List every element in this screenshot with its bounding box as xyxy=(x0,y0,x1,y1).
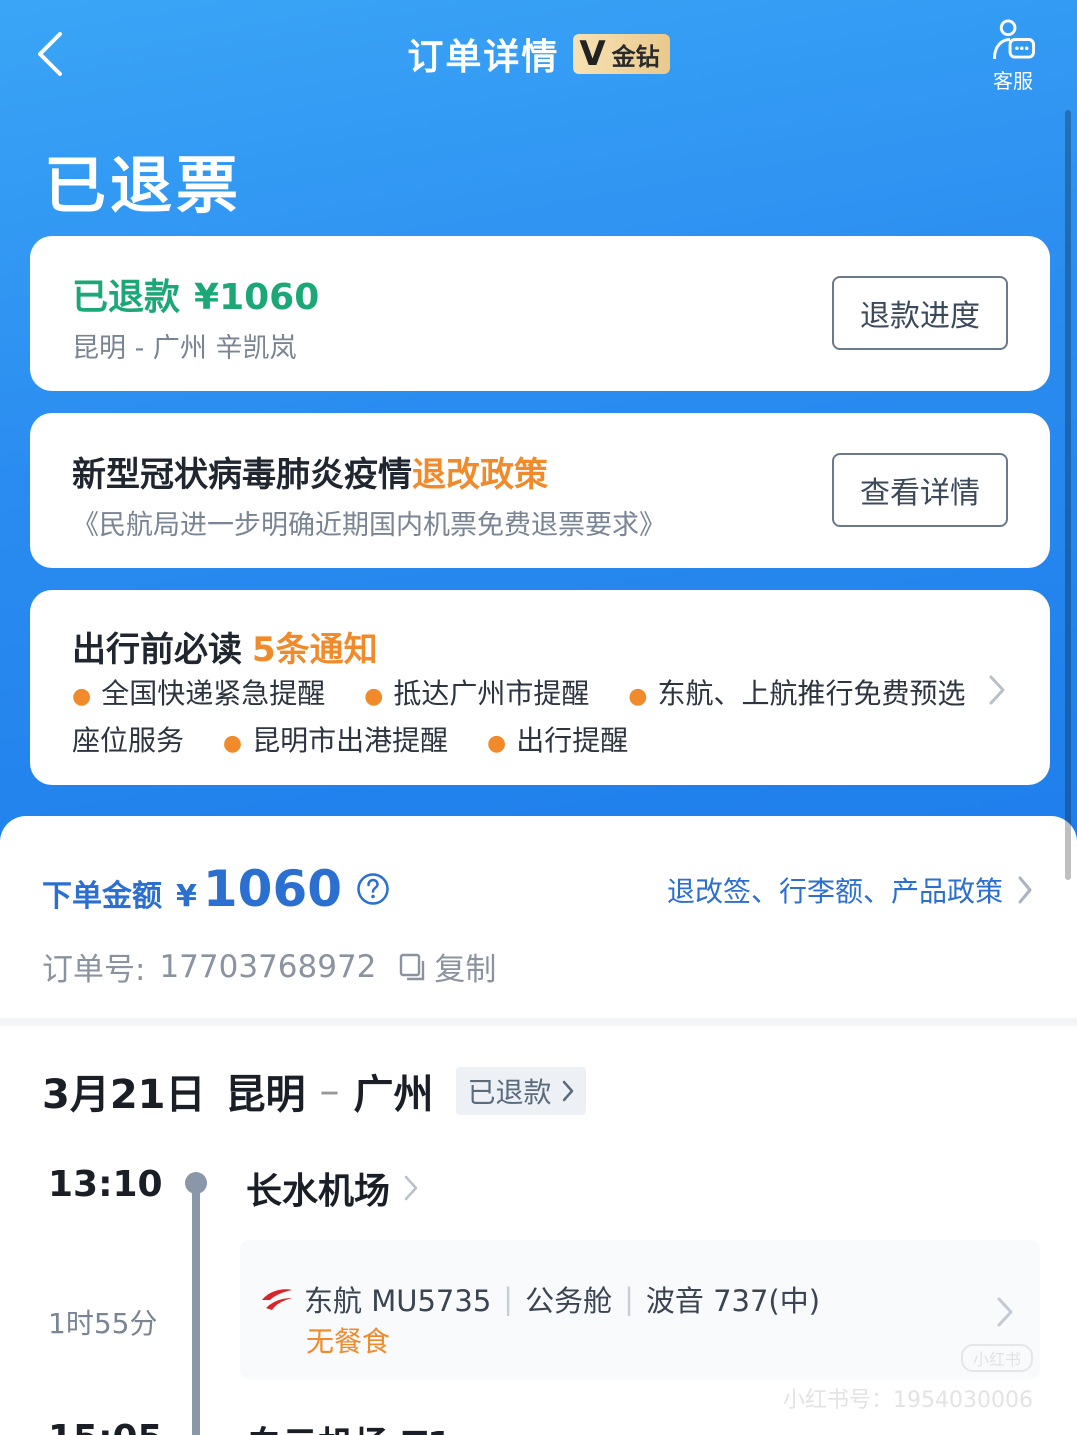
order-amount: 下单金额 ¥ 1060 xyxy=(42,860,390,918)
bullet-icon: ● xyxy=(364,684,384,709)
chevron-right-icon xyxy=(404,1175,418,1201)
arrival-city: 广州 xyxy=(353,1072,434,1118)
policy-title-main: 新型冠状病毒肺炎疫情 xyxy=(72,455,412,495)
refund-amount: ¥1060 xyxy=(194,277,320,318)
flight-status-label: 已退款 xyxy=(467,1076,552,1109)
help-icon[interactable] xyxy=(356,872,390,906)
copy-button[interactable]: 复制 xyxy=(398,944,496,989)
copy-icon xyxy=(400,953,425,980)
flight-timeline xyxy=(192,1186,200,1435)
vip-level: 金钻 xyxy=(611,42,660,71)
chevron-right-icon xyxy=(989,675,1005,705)
departure-dot xyxy=(185,1172,207,1194)
departure-airport-label: 长水机场 xyxy=(246,1171,391,1212)
separator: | xyxy=(624,1282,634,1316)
meal-info: 无餐食 xyxy=(306,1325,391,1358)
refund-progress-button[interactable]: 退款进度 xyxy=(832,276,1008,350)
notice-count: 5条通知 xyxy=(252,630,378,670)
cabin-class: 公务舱 xyxy=(525,1284,613,1318)
notice-list: ● 全国快递紧急提醒 ● 抵达广州市提醒 ● 东航、上航推行免费预选座位服务 ● 昆明市… xyxy=(72,672,992,766)
notice-title-label: 出行前必读 xyxy=(72,630,242,670)
scrollbar[interactable] xyxy=(1065,110,1071,880)
airline-flight-number: 东航 MU5735 xyxy=(304,1284,492,1318)
chevron-right-icon xyxy=(1018,876,1032,904)
flight-info-row: 东航 MU5735 | 公务舱 | 波音 737(中) xyxy=(260,1278,820,1320)
vip-icon: V xyxy=(579,34,606,74)
departure-airport[interactable]: 长水机场 xyxy=(246,1162,418,1214)
notice-item[interactable]: ● 抵达广州市提醒 xyxy=(364,677,589,710)
page-title-bar: 订单详情 V 金钻 xyxy=(0,30,1077,78)
bullet-icon: ● xyxy=(628,684,648,709)
order-number-row: 订单号: 17703768972 复制 xyxy=(42,944,496,989)
flight-header: 3月21日 昆明 – 广州 已退款 xyxy=(42,1062,586,1120)
flight-info-card[interactable]: 东航 MU5735 | 公务舱 | 波音 737(中) 无餐食 xyxy=(240,1240,1040,1380)
arrival-time: 15:05 xyxy=(48,1418,163,1435)
notice-title: 出行前必读 5条通知 xyxy=(72,622,378,671)
refund-status-label: 已退款 xyxy=(72,277,181,318)
route-passenger: 昆明 - 广州 辛凯岚 xyxy=(72,333,297,364)
refund-card: 已退款 ¥1060 昆明 - 广州 辛凯岚 退款进度 xyxy=(30,236,1050,391)
policy-title: 新型冠状病毒肺炎疫情退改政策 xyxy=(72,447,548,496)
arrival-airport[interactable]: 白云机场 T1 xyxy=(246,1416,452,1435)
order-summary-section: 下单金额 ¥ 1060 退改签、行李额、产品政策 订单号: 1770376897… xyxy=(0,816,1077,1026)
order-amount-label: 下单金额 xyxy=(42,879,162,914)
watermark-text: 小红书号：1954030006 xyxy=(783,1388,1033,1413)
separator: | xyxy=(503,1282,514,1316)
departure-time: 13:10 xyxy=(48,1164,163,1205)
bullet-icon: ● xyxy=(72,684,92,709)
notice-item[interactable]: ● 出行提醒 xyxy=(487,724,628,757)
notice-item[interactable]: ● 全国快递紧急提醒 xyxy=(72,677,325,710)
policy-subtitle: 《民航局进一步明确近期国内机票免费退票要求》 xyxy=(72,510,666,541)
currency-symbol: ¥ xyxy=(176,879,197,914)
chevron-right-icon xyxy=(997,1297,1013,1327)
order-status-title: 已退票 xyxy=(44,149,243,222)
vip-badge[interactable]: V 金钻 xyxy=(573,34,670,74)
order-number-label: 订单号: xyxy=(42,952,146,988)
watermark-logo: 小红书 xyxy=(961,1344,1033,1372)
aircraft-type: 波音 737(中) xyxy=(645,1284,821,1318)
order-number: 17703768972 xyxy=(159,948,377,985)
customer-service-icon xyxy=(992,19,1035,60)
flight-duration: 1时55分 xyxy=(48,1307,158,1340)
route-dash: – xyxy=(319,1068,340,1114)
policy-title-highlight: 退改政策 xyxy=(412,455,548,495)
refund-summary: 已退款 ¥1060 xyxy=(72,268,319,320)
policy-link-label: 退改签、行李额、产品政策 xyxy=(666,875,1003,908)
policy-link[interactable]: 退改签、行李额、产品政策 xyxy=(667,870,1033,910)
travel-notice-card[interactable]: 出行前必读 5条通知 ● 全国快递紧急提醒 ● 抵达广州市提醒 ● 东航、上航推行免费预… xyxy=(30,590,1050,785)
customer-service-button[interactable]: 客服 xyxy=(985,18,1041,94)
copy-label: 复制 xyxy=(434,952,497,988)
chevron-right-icon xyxy=(562,1080,573,1102)
notice-item[interactable]: ● 昆明市出港提醒 xyxy=(223,724,448,757)
order-amount-value: 1060 xyxy=(202,860,343,918)
policy-card: 新型冠状病毒肺炎疫情退改政策 《民航局进一步明确近期国内机票免费退票要求》 查看… xyxy=(30,413,1050,568)
flight-status-badge[interactable]: 已退款 xyxy=(455,1067,586,1115)
section-divider xyxy=(0,1018,1077,1026)
bullet-icon: ● xyxy=(222,731,243,756)
bullet-icon: ● xyxy=(487,731,507,756)
page-title: 订单详情 xyxy=(407,37,560,78)
flight-date: 3月21日 xyxy=(42,1072,206,1118)
view-details-button[interactable]: 查看详情 xyxy=(832,453,1008,527)
customer-service-label: 客服 xyxy=(993,69,1033,93)
departure-city: 昆明 xyxy=(225,1072,306,1118)
china-eastern-logo-icon xyxy=(262,1289,292,1310)
